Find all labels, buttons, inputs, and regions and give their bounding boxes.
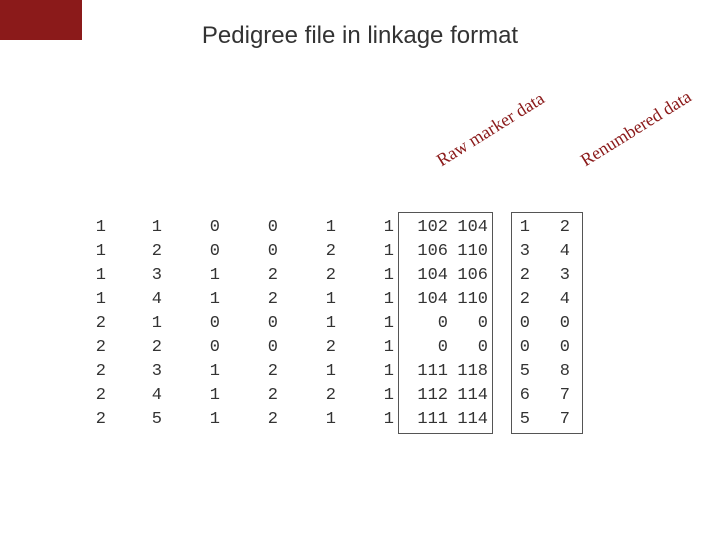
- slide-title: Pedigree file in linkage format: [0, 22, 720, 50]
- table-row: 25121111111457: [88, 408, 570, 432]
- table-row: 23121111111858: [88, 360, 570, 384]
- table-row: 12002110611034: [88, 240, 570, 264]
- pedigree-table: 1100111021041212002110611034131221104106…: [88, 216, 570, 432]
- label-raw-marker-data: Raw marker data: [433, 88, 548, 171]
- table-row: 2100110000: [88, 312, 570, 336]
- label-renumbered-data: Renumbered data: [577, 86, 695, 171]
- table-row: 11001110210412: [88, 216, 570, 240]
- table-row: 2200210000: [88, 336, 570, 360]
- table-row: 14121110411024: [88, 288, 570, 312]
- table-row: 24122111211467: [88, 384, 570, 408]
- table-row: 13122110410623: [88, 264, 570, 288]
